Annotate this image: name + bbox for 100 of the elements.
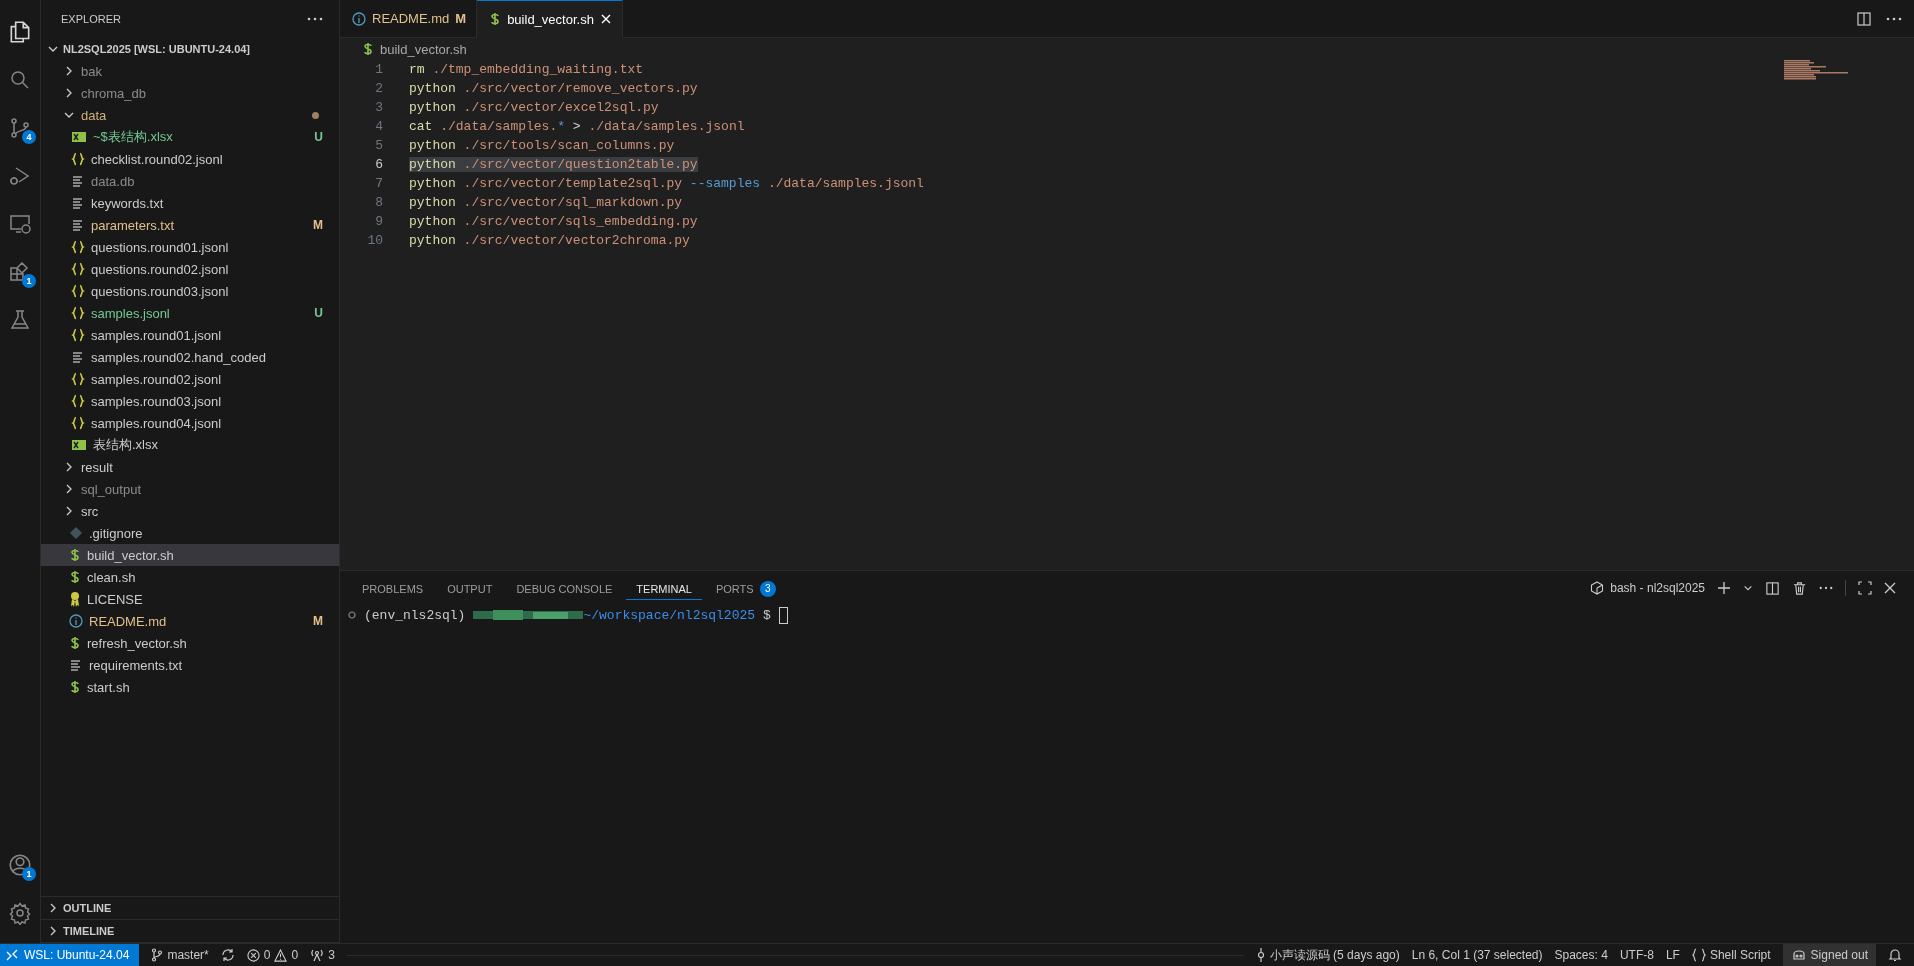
file-name[interactable]: requirements.txt	[89, 657, 323, 673]
file-name[interactable]: chroma_db	[81, 85, 323, 101]
close-icon[interactable]	[599, 13, 612, 25]
line-number: 1	[374, 62, 384, 77]
file-name[interactable]: ~$表结构.xlsx	[93, 128, 309, 146]
sync-icon[interactable]	[220, 948, 235, 962]
git-status-letter: M	[313, 218, 323, 232]
line-number: 7	[374, 176, 384, 191]
file-name[interactable]: start.sh	[87, 679, 323, 695]
line-number: 9	[374, 214, 384, 229]
braces-icon	[71, 284, 85, 298]
line-number: 5	[374, 138, 384, 153]
panel-tab[interactable]: PORTS 3	[705, 575, 786, 601]
line-number: 8	[374, 195, 384, 210]
language-mode[interactable]: Shell Script	[1691, 948, 1771, 962]
panel-tab[interactable]: TERMINAL	[626, 576, 702, 600]
line-number: 3	[374, 100, 384, 115]
git-blame-info[interactable]: 小声读源码 (5 days ago)	[1255, 946, 1400, 964]
status-item[interactable]: UTF-8	[1619, 948, 1654, 962]
settings-icon[interactable]	[8, 901, 32, 925]
split-editor-icon[interactable]	[1856, 10, 1872, 27]
more-icon[interactable]	[1886, 16, 1902, 21]
file-name[interactable]: checklist.round02.jsonl	[91, 151, 323, 167]
code-line: python ./src/vector/excel2sql.py	[409, 100, 659, 115]
code-line: cat ./data/samples.* > ./data/samples.jsonl	[409, 119, 745, 134]
braces-icon	[71, 262, 85, 276]
file-name[interactable]: samples.round01.jsonl	[91, 327, 323, 343]
chevron-down-icon[interactable]	[1743, 583, 1753, 593]
branch-indicator[interactable]: master*	[151, 948, 209, 962]
file-name[interactable]: README.md	[89, 613, 307, 629]
terminal-name[interactable]: bash - nl2sql2025	[1610, 581, 1705, 595]
dollar-icon	[69, 570, 81, 584]
plus-icon[interactable]	[1717, 581, 1731, 595]
file-name[interactable]: questions.round01.jsonl	[91, 239, 323, 255]
braces-icon	[71, 416, 85, 430]
count-badge: 1	[22, 867, 36, 881]
source-control-icon[interactable]	[8, 116, 32, 140]
file-name[interactable]: samples.round04.jsonl	[91, 415, 323, 431]
panel-tab[interactable]: PROBLEMS	[352, 577, 434, 599]
terminal-env: (env_nls2sql)	[364, 607, 466, 623]
info-icon	[352, 11, 366, 26]
file-name[interactable]: 表结构.xlsx	[93, 436, 323, 454]
status-item[interactable]: LF	[1665, 948, 1680, 962]
flask-icon[interactable]	[8, 308, 32, 332]
code-line: python ./src/vector/vector2chroma.py	[409, 233, 690, 248]
remote-explorer-icon[interactable]	[8, 212, 32, 236]
file-name[interactable]: data	[81, 107, 306, 123]
file-name[interactable]: samples.round02.hand_coded	[91, 349, 323, 365]
git-status-letter: U	[314, 130, 323, 144]
file-name[interactable]: sql_output	[81, 481, 323, 497]
file-name[interactable]: samples.jsonl	[91, 305, 309, 321]
spreadsheet-icon	[71, 130, 87, 144]
file-name[interactable]: samples.round03.jsonl	[91, 393, 323, 409]
workspace-folder[interactable]: NL2SQL2025 [WSL: UBUNTU-24.04]	[63, 43, 251, 55]
section-header[interactable]: OUTLINE	[41, 897, 339, 920]
ports-indicator[interactable]: 3	[310, 948, 335, 962]
file-name[interactable]: clean.sh	[87, 569, 323, 585]
braces-icon	[71, 328, 85, 342]
bell-icon[interactable]	[1888, 948, 1902, 962]
panel-tab[interactable]: DEBUG CONSOLE	[506, 577, 623, 599]
split-terminal-icon[interactable]	[1765, 580, 1780, 596]
dollar-icon	[69, 548, 81, 562]
file-name[interactable]: .gitignore	[89, 525, 323, 541]
account-status[interactable]: Signed out	[1782, 944, 1876, 966]
file-name[interactable]: LICENSE	[87, 591, 323, 607]
status-item[interactable]: Ln 6, Col 1 (37 selected)	[1411, 948, 1543, 962]
count-badge: 1	[22, 274, 36, 288]
file-name[interactable]: parameters.txt	[91, 217, 307, 233]
count-badge: 4	[22, 130, 36, 144]
prompt-circle-icon	[348, 611, 356, 619]
file-name[interactable]: samples.round02.jsonl	[91, 371, 323, 387]
breadcrumb[interactable]: build_vector.sh	[380, 41, 467, 57]
remote-indicator[interactable]: WSL: Ubuntu-24.04	[0, 944, 140, 966]
maximize-icon[interactable]	[1858, 581, 1872, 595]
more-icon[interactable]	[307, 17, 323, 21]
editor-tab[interactable]: build_vector.sh	[477, 0, 623, 38]
more-icon[interactable]	[1819, 586, 1833, 590]
spreadsheet-icon	[71, 438, 87, 452]
trash-icon[interactable]	[1792, 580, 1807, 596]
problems-indicator[interactable]: 0 0	[246, 948, 299, 962]
file-name[interactable]: result	[81, 459, 323, 475]
file-name[interactable]: data.db	[91, 173, 323, 189]
prompt-symbol: $	[763, 607, 771, 623]
line-number: 4	[374, 119, 384, 134]
file-name[interactable]: src	[81, 503, 323, 519]
run-debug-icon[interactable]	[8, 164, 32, 188]
file-name[interactable]: questions.round03.jsonl	[91, 283, 323, 299]
file-name[interactable]: questions.round02.jsonl	[91, 261, 323, 277]
panel-tab[interactable]: OUTPUT	[437, 577, 503, 599]
file-name[interactable]: refresh_vector.sh	[87, 635, 323, 651]
lines-icon	[69, 658, 83, 672]
terminal-shell-icon	[1590, 581, 1605, 595]
file-name[interactable]: bak	[81, 63, 323, 79]
close-icon[interactable]	[1884, 582, 1896, 594]
file-name[interactable]: keywords.txt	[91, 195, 323, 211]
braces-icon	[71, 152, 85, 166]
lines-icon	[71, 196, 85, 210]
code-line: python ./src/vector/template2sql.py --samples ./data/samples.jsonl	[409, 176, 924, 191]
status-item[interactable]: Spaces: 4	[1554, 948, 1608, 962]
account-icon[interactable]	[7, 852, 33, 878]
